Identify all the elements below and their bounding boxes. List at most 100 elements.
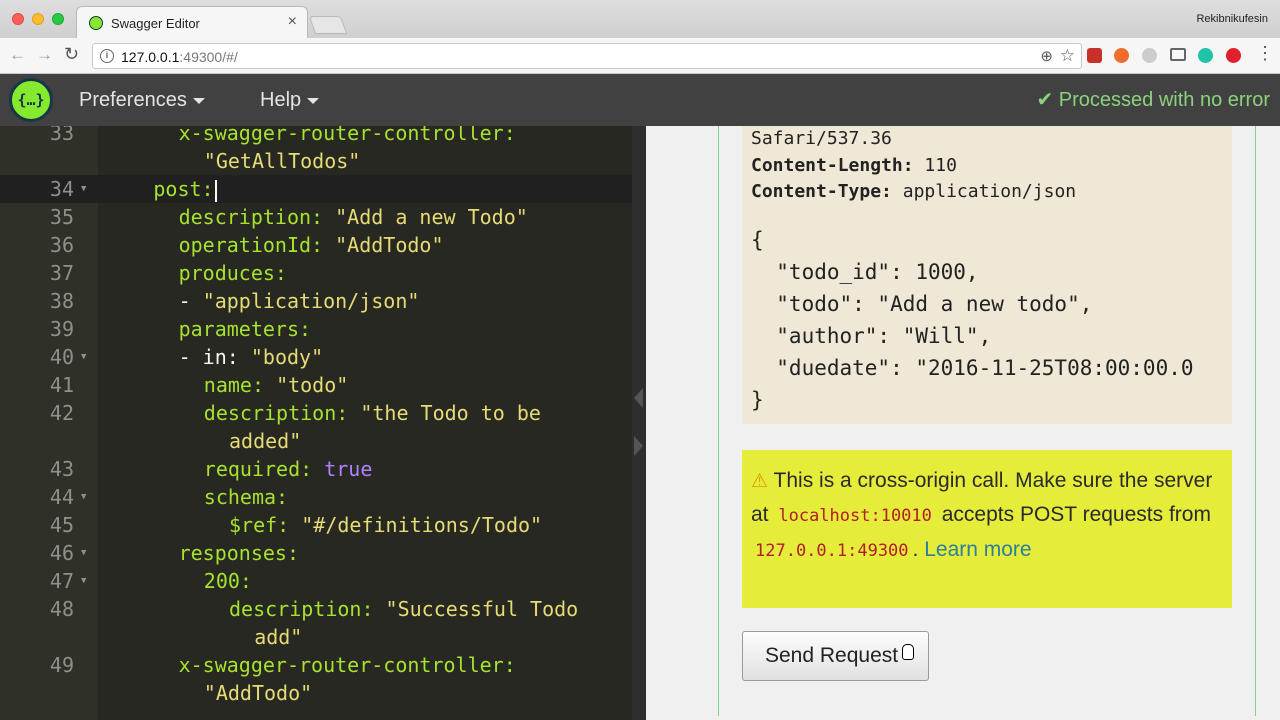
code-text: x-swagger-router-controller: <box>178 126 516 145</box>
code-line[interactable]: "GetAllTodos" <box>0 147 632 175</box>
send-request-button[interactable]: Send Request <box>742 631 929 681</box>
code-text: added" <box>229 429 302 453</box>
code-line[interactable]: 41 name: "todo" <box>0 371 632 399</box>
code-text: name: "todo" <box>203 373 349 397</box>
new-tab-button[interactable] <box>308 16 348 34</box>
warning-text: ⚠ This is a cross-origin call. Make sure… <box>751 469 1213 561</box>
cast-icon[interactable] <box>1170 48 1186 61</box>
zoom-icon[interactable]: ⊕ <box>1040 47 1053 65</box>
info-icon[interactable]: i <box>100 49 114 63</box>
code-text: description: "Add a new Todo" <box>178 205 528 229</box>
line-number: 48 <box>49 597 74 621</box>
body-line: "todo": "Add a new todo", <box>751 292 1093 316</box>
checkmark-icon: ✔ <box>1036 89 1054 111</box>
browser-toolbar: ← → ↻ i 127.0.0.1:49300/#/ ⊕ ☆ ⋮ <box>0 38 1280 74</box>
line-number: 45 <box>49 513 74 537</box>
code-text: x-swagger-router-controller: <box>178 653 516 677</box>
pane-splitter[interactable] <box>632 126 646 720</box>
learn-more-link[interactable]: Learn more <box>924 538 1031 561</box>
extension-teal-icon[interactable] <box>1198 48 1213 63</box>
browser-tab-bar: Swagger Editor × Rekibnikufesin <box>0 0 1280 38</box>
swagger-header: {…} Preferences Help ✔ Processed with no… <box>0 74 1280 126</box>
code-line[interactable]: 43 required: true <box>0 455 632 483</box>
extension-red-icon[interactable] <box>1226 48 1241 63</box>
url-text[interactable]: 127.0.0.1:49300/#/ <box>121 49 238 65</box>
collapse-left-icon[interactable] <box>634 388 643 408</box>
code-text: post: <box>153 175 217 203</box>
code-line[interactable]: add" <box>0 623 632 651</box>
code-text: "GetAllTodos" <box>203 149 361 173</box>
code-line[interactable]: added" <box>0 427 632 455</box>
code-text: required: true <box>203 457 373 481</box>
fold-toggle-icon[interactable]: ▼ <box>81 175 86 203</box>
extension-grey-icon[interactable] <box>1142 48 1157 63</box>
body-line: "todo_id": 1000, <box>751 260 979 284</box>
header-line: Content-Length: 110 <box>751 155 957 176</box>
chevron-down-icon <box>192 97 205 104</box>
text-cursor <box>214 179 217 202</box>
code-line[interactable]: 48 description: "Successful Todo <box>0 595 632 623</box>
fold-toggle-icon[interactable]: ▼ <box>81 483 86 511</box>
body-line: } <box>751 388 764 412</box>
hand-cursor-icon <box>902 644 914 660</box>
header-line: Safari/537.36 <box>751 128 892 149</box>
code-text: parameters: <box>178 317 312 341</box>
preferences-menu[interactable]: Preferences <box>79 89 205 112</box>
code-line[interactable]: 45 $ref: "#/definitions/Todo" <box>0 511 632 539</box>
code-text: operationId: "AddTodo" <box>178 233 444 257</box>
code-line[interactable]: 49 x-swagger-router-controller: <box>0 651 632 679</box>
code-line[interactable]: 36 operationId: "AddTodo" <box>0 231 632 259</box>
code-line[interactable]: 40 ▼ - in: "body" <box>0 343 632 371</box>
code-line[interactable]: 38 - "application/json" <box>0 287 632 315</box>
close-window-button[interactable] <box>12 13 24 25</box>
help-menu[interactable]: Help <box>260 89 320 112</box>
fold-toggle-icon[interactable]: ▼ <box>81 567 86 595</box>
line-number: 40 <box>49 345 74 369</box>
maximize-window-button[interactable] <box>52 13 64 25</box>
line-number: 43 <box>49 457 74 481</box>
menu-icon[interactable]: ⋮ <box>1256 43 1274 64</box>
forward-icon[interactable]: → <box>36 45 53 65</box>
code-line[interactable]: 39 parameters: <box>0 315 632 343</box>
fold-toggle-icon[interactable]: ▼ <box>81 539 86 567</box>
address-bar[interactable]: i 127.0.0.1:49300/#/ ⊕ ☆ <box>92 43 1082 69</box>
collapse-right-icon[interactable] <box>634 436 643 456</box>
line-number: 46 <box>49 541 74 565</box>
code-line[interactable]: 47 ▼ 200: <box>0 567 632 595</box>
code-line[interactable]: 44 ▼ schema: <box>0 483 632 511</box>
minimize-window-button[interactable] <box>32 13 44 25</box>
code-editor[interactable]: 33 x-swagger-router-controller: "GetAllTod… <box>0 126 632 720</box>
line-number: 38 <box>49 289 74 313</box>
code-line[interactable]: 37 produces: <box>0 259 632 287</box>
back-icon[interactable]: ← <box>9 45 26 65</box>
line-number: 42 <box>49 401 74 425</box>
body-line: "author": "Will", <box>751 324 992 348</box>
code-line[interactable]: 34 ▼ post: <box>0 175 632 203</box>
extension-orange-icon[interactable] <box>1114 48 1129 63</box>
code-line[interactable]: 46 ▼ responses: <box>0 539 632 567</box>
code-line[interactable]: 33 x-swagger-router-controller: <box>0 126 632 147</box>
reload-icon[interactable]: ↻ <box>64 44 79 65</box>
line-number: 44 <box>49 485 74 509</box>
code-text: description: "Successful Todo <box>229 597 579 621</box>
browser-tab[interactable]: Swagger Editor × <box>76 6 308 38</box>
tab-title: Swagger Editor <box>111 16 200 31</box>
star-icon[interactable]: ☆ <box>1060 46 1075 66</box>
line-number: 35 <box>49 205 74 229</box>
line-number: 36 <box>49 233 74 257</box>
extension-pocket-icon[interactable] <box>1087 48 1102 63</box>
line-number: 37 <box>49 261 74 285</box>
code-line[interactable]: 35 description: "Add a new Todo" <box>0 203 632 231</box>
profile-name[interactable]: Rekibnikufesin <box>1196 13 1268 25</box>
status-message: ✔ Processed with no error <box>1036 89 1270 111</box>
code-text: - in: "body" <box>178 345 324 369</box>
chevron-down-icon <box>307 97 320 104</box>
code-text: produces: <box>178 261 287 285</box>
code-line[interactable]: 42 description: "the Todo to be <box>0 399 632 427</box>
fold-toggle-icon[interactable]: ▼ <box>81 343 86 371</box>
code-text: "AddTodo" <box>203 681 313 705</box>
body-line: { <box>751 228 764 252</box>
swagger-logo: {…} <box>9 78 53 122</box>
tab-close-icon[interactable]: × <box>288 13 297 31</box>
code-line[interactable]: "AddTodo" <box>0 679 632 707</box>
